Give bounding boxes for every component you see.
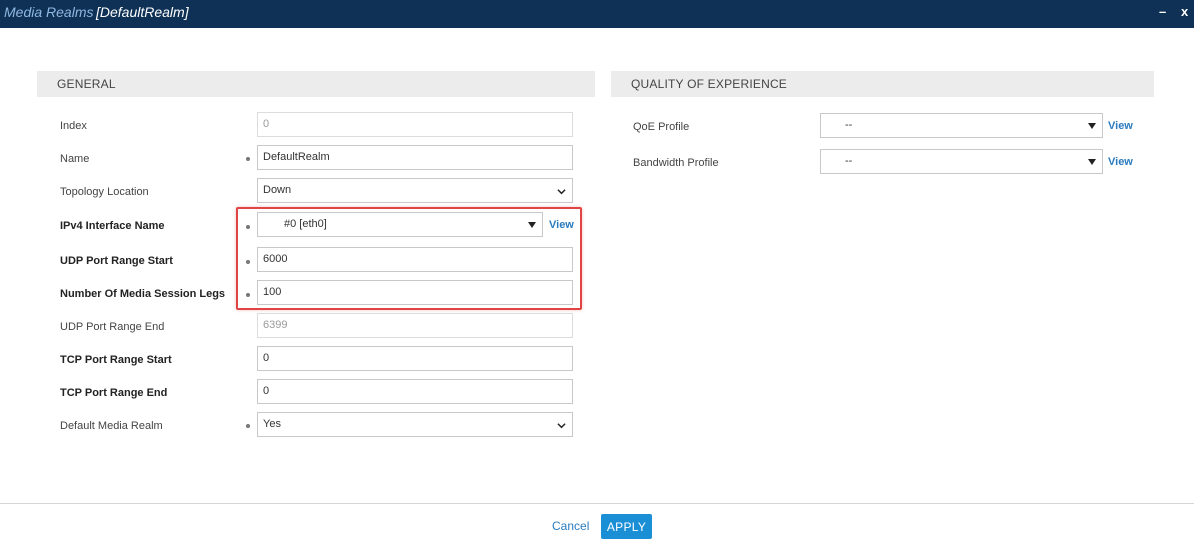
index-field: 0 [257, 112, 573, 137]
udp-port-end-field: 6399 [257, 313, 573, 338]
chevron-down-icon [557, 423, 566, 429]
caret-down-icon [1088, 159, 1096, 165]
bandwidth-profile-select[interactable]: -- [820, 149, 1103, 174]
window-subtitle: [DefaultRealm] [96, 4, 189, 20]
title-bar: Media Realms [DefaultRealm] – x [0, 0, 1194, 28]
topology-location-select[interactable]: Down [257, 178, 573, 203]
cancel-button[interactable]: Cancel [552, 519, 589, 533]
session-legs-label: Number Of Media Session Legs [60, 288, 226, 300]
bandwidth-profile-label: Bandwidth Profile [633, 157, 719, 169]
required-indicator [246, 424, 250, 428]
tcp-port-start-input[interactable]: 0 [257, 346, 573, 371]
window-title: Media Realms [4, 4, 94, 20]
tcp-port-end-input[interactable]: 0 [257, 379, 573, 404]
topology-location-label: Topology Location [60, 186, 149, 198]
chevron-down-icon [557, 189, 566, 195]
index-label: Index [60, 120, 87, 132]
udp-port-end-label: UDP Port Range End [60, 321, 165, 333]
name-label: Name [60, 153, 90, 165]
tcp-port-start-label: TCP Port Range Start [60, 354, 172, 366]
qoe-profile-view-link[interactable]: View [1108, 119, 1133, 133]
bandwidth-profile-view-link[interactable]: View [1108, 155, 1133, 169]
qoe-profile-label: QoE Profile [633, 121, 690, 133]
close-button[interactable]: x [1181, 3, 1188, 21]
qoe-section-header: QUALITY OF EXPERIENCE [611, 71, 1154, 97]
default-media-realm-label: Default Media Realm [60, 420, 163, 432]
udp-port-start-label: UDP Port Range Start [60, 255, 173, 267]
required-indicator [246, 157, 250, 161]
minimize-button[interactable]: – [1159, 3, 1166, 21]
highlight-box [236, 207, 582, 310]
caret-down-icon [1088, 123, 1096, 129]
qoe-profile-select[interactable]: -- [820, 113, 1103, 138]
footer-divider [0, 503, 1194, 504]
default-media-realm-select[interactable]: Yes [257, 412, 573, 437]
general-section-header: GENERAL [37, 71, 595, 97]
ipv4-interface-label: IPv4 Interface Name [60, 220, 165, 232]
name-input[interactable]: DefaultRealm [257, 145, 573, 170]
tcp-port-end-label: TCP Port Range End [60, 387, 168, 399]
apply-button[interactable]: APPLY [601, 514, 652, 539]
